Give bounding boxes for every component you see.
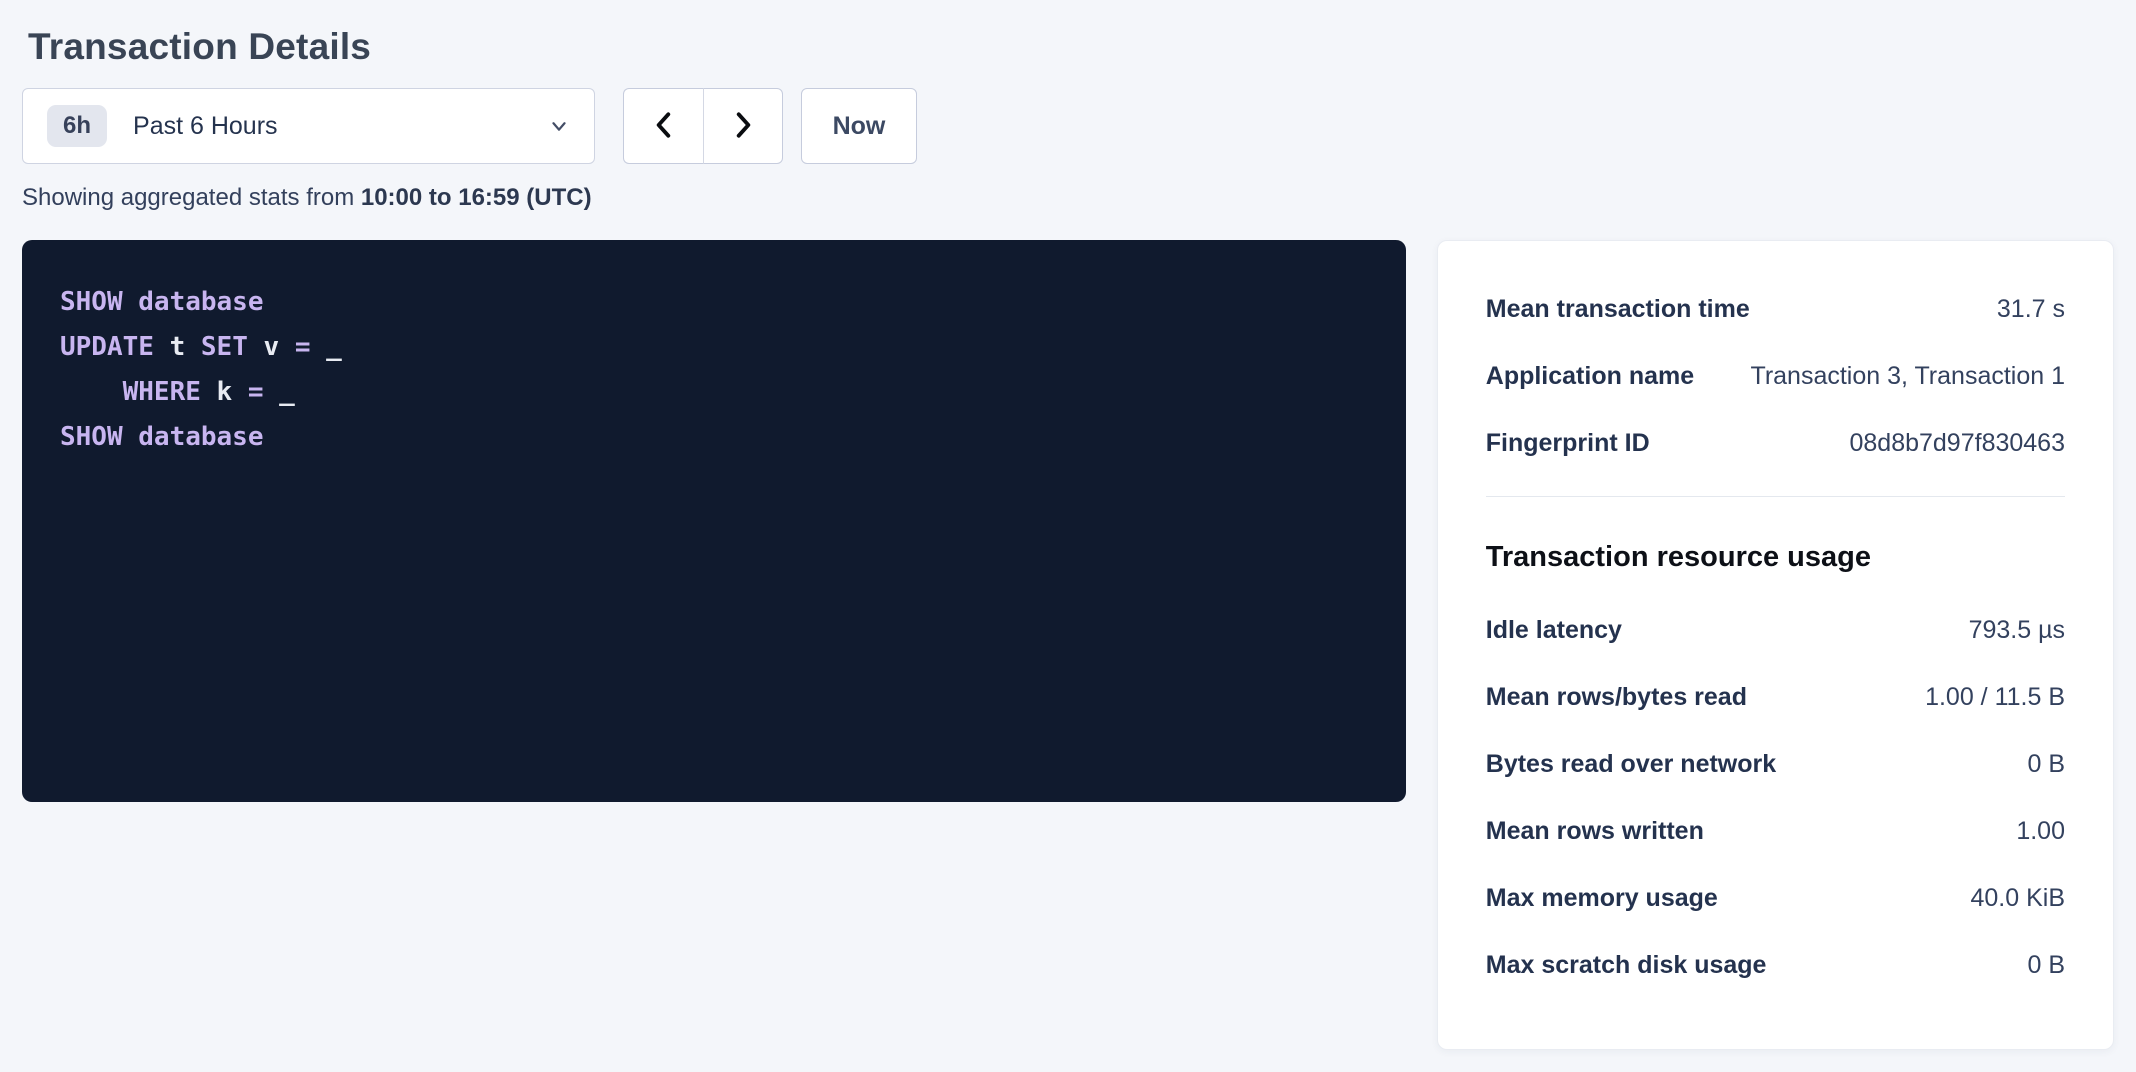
resource-usage-heading: Transaction resource usage [1486, 541, 2065, 574]
sql-token-plain: _ [264, 377, 295, 407]
time-controls: 6h Past 6 Hours [22, 88, 2114, 164]
detail-row: Max scratch disk usage 0 B [1486, 951, 2065, 980]
detail-row-value: Transaction 3, Transaction 1 [1750, 362, 2065, 391]
detail-row: Application name Transaction 3, Transacti… [1486, 362, 2065, 391]
transaction-details-page: Transaction Details 6h Past 6 Hours [0, 0, 2136, 1050]
detail-row-label: Idle latency [1486, 616, 1622, 645]
detail-row-value: 0 B [2027, 951, 2065, 980]
summary-rows: Mean transaction time 31.7 s Application n… [1486, 295, 2065, 458]
sql-token-keyword: WHERE [60, 377, 201, 407]
page-title: Transaction Details [28, 26, 2114, 68]
sql-line: SHOW database [60, 415, 1368, 460]
detail-row-label: Mean rows written [1486, 817, 1704, 846]
next-time-range-button[interactable] [703, 88, 783, 164]
sql-token-plain: t [154, 332, 201, 362]
sql-token-keyword: SET [201, 332, 248, 362]
sql-line: SHOW database [60, 280, 1368, 325]
detail-row: Max memory usage 40.0 KiB [1486, 884, 2065, 913]
sql-line: UPDATE t SET v = _ [60, 325, 1368, 370]
main-content: SHOW database UPDATE t SET v = _ WHERE k … [22, 240, 2114, 1050]
sql-token-keyword: = [248, 377, 264, 407]
detail-row-value: 08d8b7d97f830463 [1849, 429, 2065, 458]
detail-row: Fingerprint ID 08d8b7d97f830463 [1486, 429, 2065, 458]
sql-code: SHOW database UPDATE t SET v = _ WHERE k … [60, 280, 1368, 460]
detail-row-label: Mean transaction time [1486, 295, 1750, 324]
chevron-left-icon [651, 110, 677, 143]
time-range-label: Past 6 Hours [133, 112, 278, 141]
aggregation-range-text: Showing aggregated stats from 10:00 to 1… [22, 184, 2114, 212]
sql-statement-box: SHOW database UPDATE t SET v = _ WHERE k … [22, 240, 1406, 802]
sql-token-keyword: SHOW database [60, 422, 264, 452]
detail-row: Bytes read over network 0 B [1486, 750, 2065, 779]
chevron-right-icon [730, 110, 756, 143]
sql-token-keyword: SHOW database [60, 287, 264, 317]
detail-row-value: 0 B [2027, 750, 2065, 779]
detail-row-value: 31.7 s [1997, 295, 2065, 324]
time-range-dropdown[interactable]: 6h Past 6 Hours [22, 88, 595, 164]
transaction-details-card: Mean transaction time 31.7 s Application n… [1437, 240, 2114, 1050]
sql-token-plain: v [248, 332, 295, 362]
sql-token-keyword: = [295, 332, 311, 362]
detail-row-label: Bytes read over network [1486, 750, 1776, 779]
detail-row: Mean rows/bytes read 1.00 / 11.5 B [1486, 683, 2065, 712]
detail-row-value: 1.00 / 11.5 B [1925, 683, 2065, 712]
detail-row-label: Max memory usage [1486, 884, 1718, 913]
detail-row-label: Fingerprint ID [1486, 429, 1650, 458]
sql-token-plain: _ [310, 332, 341, 362]
detail-row: Mean rows written 1.00 [1486, 817, 2065, 846]
sql-line: WHERE k = _ [60, 370, 1368, 415]
detail-row-label: Max scratch disk usage [1486, 951, 1767, 980]
card-divider [1486, 496, 2065, 497]
time-range-badge: 6h [47, 105, 107, 147]
aggregation-range-prefix: Showing aggregated stats from [22, 184, 361, 211]
detail-row: Idle latency 793.5 µs [1486, 616, 2065, 645]
detail-row-value: 793.5 µs [1969, 616, 2065, 645]
detail-row-label: Application name [1486, 362, 1694, 391]
detail-row-label: Mean rows/bytes read [1486, 683, 1747, 712]
detail-row-value: 1.00 [2016, 817, 2065, 846]
resource-rows: Idle latency 793.5 µs Mean rows/bytes read… [1486, 616, 2065, 980]
chevron-down-icon [548, 115, 570, 137]
detail-row-value: 40.0 KiB [1970, 884, 2065, 913]
previous-time-range-button[interactable] [623, 88, 703, 164]
aggregation-range-value: 10:00 to 16:59 (UTC) [361, 184, 592, 211]
now-button[interactable]: Now [801, 88, 917, 164]
time-range-pager [623, 88, 783, 164]
detail-row: Mean transaction time 31.7 s [1486, 295, 2065, 324]
sql-token-keyword: UPDATE [60, 332, 154, 362]
sql-token-plain: k [201, 377, 248, 407]
